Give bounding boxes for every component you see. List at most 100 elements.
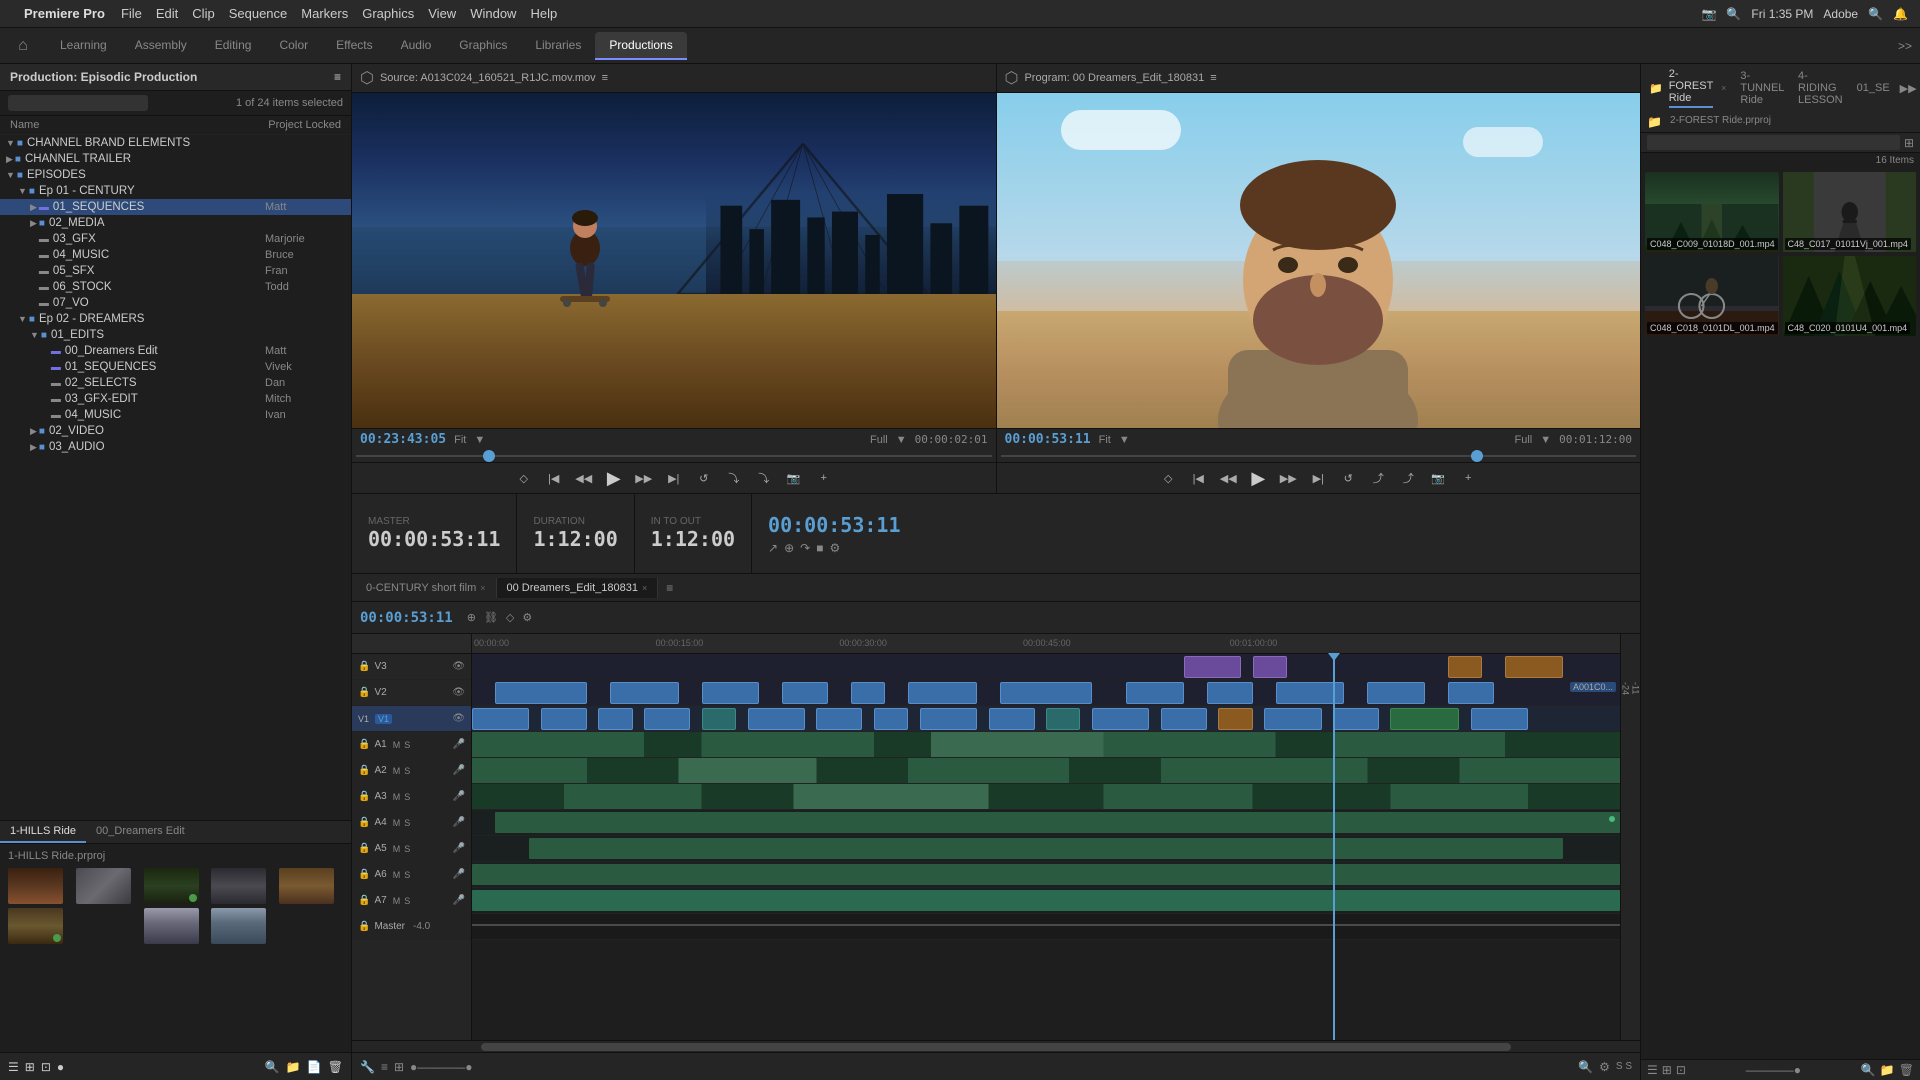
clip[interactable]: [1276, 682, 1345, 704]
list-item[interactable]: ▶ ▬ 06_STOCK Todd: [0, 279, 351, 295]
bin-delete[interactable]: 🗑: [1899, 1063, 1914, 1077]
tl-btm-tool2[interactable]: ≡: [381, 1060, 388, 1074]
clip[interactable]: [1218, 708, 1252, 730]
list-item[interactable]: ▶ ▬ 03_GFX Marjorie: [0, 231, 351, 247]
tab-learning[interactable]: Learning: [46, 32, 121, 60]
bin-title-tab4[interactable]: 01_SE: [1857, 82, 1890, 94]
solo-a1[interactable]: S: [404, 740, 410, 750]
list-item[interactable]: ▶ ▬ 00_Dreamers Edit Matt: [0, 343, 351, 359]
tool-btn-5[interactable]: ⚙: [829, 541, 840, 555]
clip[interactable]: [495, 682, 587, 704]
list-item[interactable]: ▶ ▬ 07_VO: [0, 295, 351, 311]
clip[interactable]: [1184, 656, 1241, 678]
lock-v2[interactable]: 🔒: [358, 687, 370, 698]
clip[interactable]: [1092, 708, 1149, 730]
bin-close-tab1[interactable]: ×: [1721, 83, 1726, 93]
track-v1[interactable]: [472, 706, 1620, 732]
source-scrubber[interactable]: [352, 450, 996, 462]
menu-window[interactable]: Window: [470, 6, 516, 21]
prog-step-back-btn[interactable]: |◀: [1187, 467, 1209, 489]
bin-thumb-2[interactable]: C48_C017_01011Vj_001.mp4: [1783, 172, 1917, 252]
thumbnail[interactable]: [211, 908, 266, 944]
tl-tool-magnet[interactable]: ⊕: [467, 611, 476, 624]
mute-a2[interactable]: M: [393, 766, 401, 776]
mic-a1[interactable]: 🎤: [453, 739, 465, 750]
menu-graphics[interactable]: Graphics: [362, 6, 414, 21]
list-item[interactable]: ▼ ■ EPISODES: [0, 167, 351, 183]
source-menu-icon[interactable]: ≡: [602, 72, 608, 84]
bin-grid-icon[interactable]: ⊞: [1904, 136, 1914, 150]
bin-new-folder[interactable]: 📁: [1880, 1063, 1895, 1077]
notif-icon[interactable]: 🔔: [1893, 7, 1908, 21]
thumbnail[interactable]: [8, 908, 63, 944]
tab-color[interactable]: Color: [265, 32, 322, 60]
bin-list-view[interactable]: ☰: [1647, 1063, 1658, 1077]
track-v3[interactable]: [472, 654, 1620, 680]
thumbnail[interactable]: [144, 908, 199, 944]
solo-a3[interactable]: S: [404, 792, 410, 802]
step-back-btn[interactable]: |◀: [543, 467, 565, 489]
clip[interactable]: [610, 682, 679, 704]
seq-menu-icon[interactable]: ≡: [666, 581, 673, 595]
mute-a3[interactable]: M: [393, 792, 401, 802]
search-icon[interactable]: 🔍: [1726, 7, 1741, 21]
grid-view-icon[interactable]: ⊞: [25, 1060, 35, 1074]
list-item[interactable]: ▶ ■ 03_AUDIO: [0, 439, 351, 455]
clip[interactable]: [1448, 656, 1482, 678]
search-btn[interactable]: 🔍: [265, 1060, 280, 1074]
list-item[interactable]: ▶ ▬ 04_MUSIC Ivan: [0, 407, 351, 423]
tab-libraries[interactable]: Libraries: [521, 32, 595, 60]
tool-btn-3[interactable]: ↷: [800, 541, 810, 555]
overwrite-btn[interactable]: ⤵: [753, 467, 775, 489]
sync-v1[interactable]: V1: [358, 714, 369, 724]
tl-btm-tool5[interactable]: ⚙: [1599, 1060, 1610, 1074]
tool-btn-4[interactable]: ■: [816, 541, 823, 555]
clip[interactable]: [989, 708, 1035, 730]
lock-a4[interactable]: 🔒: [358, 817, 370, 828]
menu-markers[interactable]: Markers: [301, 6, 348, 21]
list-item[interactable]: ▶ ■ 02_VIDEO: [0, 423, 351, 439]
list-item[interactable]: ▼ ■ 01_EDITS: [0, 327, 351, 343]
bin-icon-view[interactable]: ⊞: [1662, 1063, 1672, 1077]
timeline-scrollbar-thumb[interactable]: [481, 1043, 1511, 1051]
seq-tab-century[interactable]: 0-CENTURY short film ×: [356, 578, 497, 598]
bin-more-tabs[interactable]: ▶▶: [1900, 82, 1917, 95]
clip[interactable]: [1046, 708, 1080, 730]
tab-hills-ride[interactable]: 1-HILLS Ride: [0, 821, 86, 843]
list-item[interactable]: ▶ ▬ 04_MUSIC Bruce: [0, 247, 351, 263]
mic-a4[interactable]: 🎤: [453, 817, 465, 828]
list-item[interactable]: ▶ ■ CHANNEL TRAILER: [0, 151, 351, 167]
seq-tab-dreamers[interactable]: 00 Dreamers_Edit_180831 ×: [497, 578, 659, 598]
program-quality-dropdown[interactable]: ▼: [1540, 434, 1551, 446]
list-item[interactable]: ▶ ▬ 03_GFX-EDIT Mitch: [0, 391, 351, 407]
clip[interactable]: [1253, 656, 1287, 678]
track-a1[interactable]: [472, 732, 1620, 758]
lock-a6[interactable]: 🔒: [358, 869, 370, 880]
clip[interactable]: [1505, 656, 1562, 678]
list-view-icon[interactable]: ☰: [8, 1060, 19, 1074]
step-fwd-btn[interactable]: ▶|: [663, 467, 685, 489]
bin-thumb-3[interactable]: C048_C018_0101DL_001.mp4: [1645, 256, 1779, 336]
program-menu-icon[interactable]: ≡: [1210, 72, 1216, 84]
home-button[interactable]: ⌂: [8, 31, 38, 61]
tl-btm-tool3[interactable]: ⊞: [394, 1060, 404, 1074]
clip[interactable]: [1264, 708, 1321, 730]
eye-v1[interactable]: 👁: [452, 713, 465, 724]
clip[interactable]: [1000, 682, 1092, 704]
thumbnail[interactable]: [279, 868, 334, 904]
tab-effects[interactable]: Effects: [322, 32, 386, 60]
new-item-btn[interactable]: 📄: [307, 1060, 322, 1074]
track-v1-active[interactable]: V1: [375, 714, 392, 724]
track-a2[interactable]: [472, 758, 1620, 784]
clip[interactable]: [748, 708, 805, 730]
delete-btn[interactable]: 🗑: [328, 1060, 343, 1074]
mute-a6[interactable]: M: [393, 870, 401, 880]
prog-add-btn[interactable]: +: [1457, 467, 1479, 489]
menu-help[interactable]: Help: [530, 6, 557, 21]
source-fit-dropdown[interactable]: ▼: [474, 434, 485, 446]
mic-a7[interactable]: 🎤: [453, 895, 465, 906]
timeline-tracks[interactable]: 00:00:00 00:00:15:00 00:00:30:00 00:00:4…: [472, 634, 1620, 1040]
list-item[interactable]: ▼ ■ Ep 02 - DREAMERS: [0, 311, 351, 327]
clip[interactable]: [598, 708, 632, 730]
track-master[interactable]: [472, 914, 1620, 940]
